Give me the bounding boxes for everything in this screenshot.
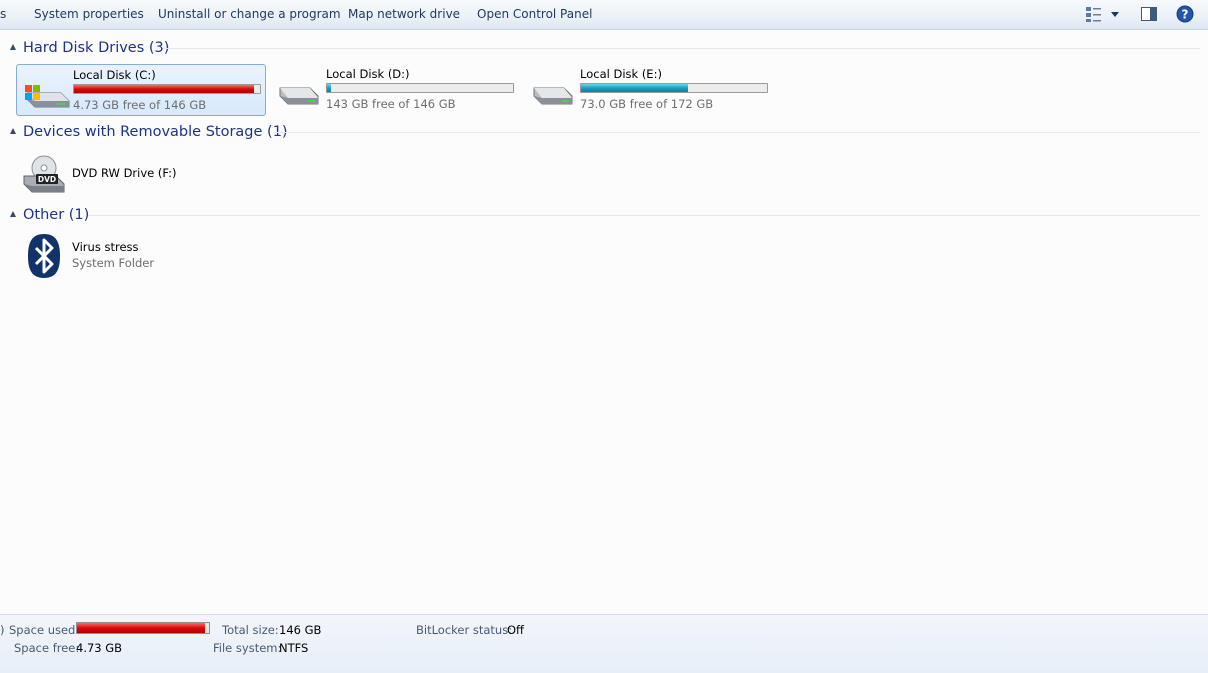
change-view-icon[interactable]	[1085, 5, 1103, 23]
file-system-label: File system:	[213, 641, 282, 655]
drive-name: Local Disk (E:)	[580, 67, 662, 81]
file-system-value: NTFS	[279, 641, 309, 655]
system-folder-tile[interactable]: Virus stress System Folder	[16, 232, 216, 284]
bitlocker-label: BitLocker status:	[416, 623, 513, 637]
total-size-value: 146 GB	[279, 623, 322, 637]
command-bar: s System properties Uninstall or change …	[0, 0, 1208, 30]
windows-drive-icon	[21, 71, 71, 113]
chevron-down-icon[interactable]	[1109, 8, 1121, 26]
collapse-triangle-icon[interactable]	[10, 128, 16, 134]
drive-free-space: 73.0 GB free of 172 GB	[580, 97, 714, 111]
space-free-label: Space free:	[14, 641, 80, 655]
preview-pane-icon[interactable]	[1140, 5, 1158, 23]
drive-tile-f[interactable]: DVD DVD RW Drive (F:)	[16, 148, 216, 200]
drive-name: Local Disk (D:)	[326, 67, 410, 81]
space-used-bar	[76, 622, 210, 634]
group-header-other[interactable]: Other (1)	[8, 205, 1200, 225]
help-icon[interactable]: ?	[1176, 5, 1194, 23]
collapse-triangle-icon[interactable]	[10, 211, 16, 217]
group-title: Devices with Removable Storage (1)	[23, 124, 288, 140]
map-network-drive-button[interactable]: Map network drive	[348, 0, 460, 28]
uninstall-program-button[interactable]: Uninstall or change a program	[158, 0, 341, 28]
status-cut-text: )	[0, 623, 5, 637]
collapse-triangle-icon[interactable]	[10, 44, 16, 50]
drive-tile-c[interactable]: Local Disk (C:) 4.73 GB free of 146 GB	[16, 64, 266, 116]
svg-text:?: ?	[1182, 8, 1189, 22]
group-divider	[88, 215, 1200, 216]
group-title: Other (1)	[23, 207, 90, 223]
folder-name: Virus stress	[72, 240, 139, 254]
drive-tile-d[interactable]: Local Disk (D:) 143 GB free of 146 GB	[270, 64, 520, 116]
drive-free-space: 143 GB free of 146 GB	[326, 97, 456, 111]
group-title: Hard Disk Drives (3)	[23, 40, 170, 56]
drive-tile-e[interactable]: Local Disk (E:) 73.0 GB free of 172 GB	[524, 64, 774, 116]
details-pane: ) Space used: Space free: 4.73 GB Total …	[0, 614, 1208, 673]
group-header-hard-disk-drives[interactable]: Hard Disk Drives (3)	[8, 38, 1200, 58]
space-used-label: Space used:	[9, 623, 80, 637]
drive-name: DVD RW Drive (F:)	[72, 166, 177, 180]
group-divider	[273, 132, 1200, 133]
space-free-value: 4.73 GB	[76, 641, 123, 655]
drive-usage-bar	[580, 83, 768, 93]
system-properties-button[interactable]: System properties	[34, 0, 144, 28]
drive-name: Local Disk (C:)	[73, 68, 156, 82]
hard-drive-icon	[274, 70, 324, 112]
group-header-removable-storage[interactable]: Devices with Removable Storage (1)	[8, 122, 1200, 142]
bitlocker-value: Off	[507, 623, 524, 637]
hard-drive-icon	[528, 70, 578, 112]
toolbar-cut-item[interactable]: s	[0, 0, 6, 28]
drive-usage-bar	[73, 84, 261, 94]
dvd-drive-icon: DVD	[20, 154, 70, 196]
group-divider	[163, 48, 1200, 49]
bluetooth-icon	[22, 232, 72, 278]
drive-free-space: 4.73 GB free of 146 GB	[73, 98, 207, 112]
total-size-label: Total size:	[222, 623, 279, 637]
svg-text:DVD: DVD	[38, 175, 56, 184]
open-control-panel-button[interactable]: Open Control Panel	[477, 0, 592, 28]
drive-usage-bar	[326, 83, 514, 93]
folder-type: System Folder	[72, 256, 155, 270]
